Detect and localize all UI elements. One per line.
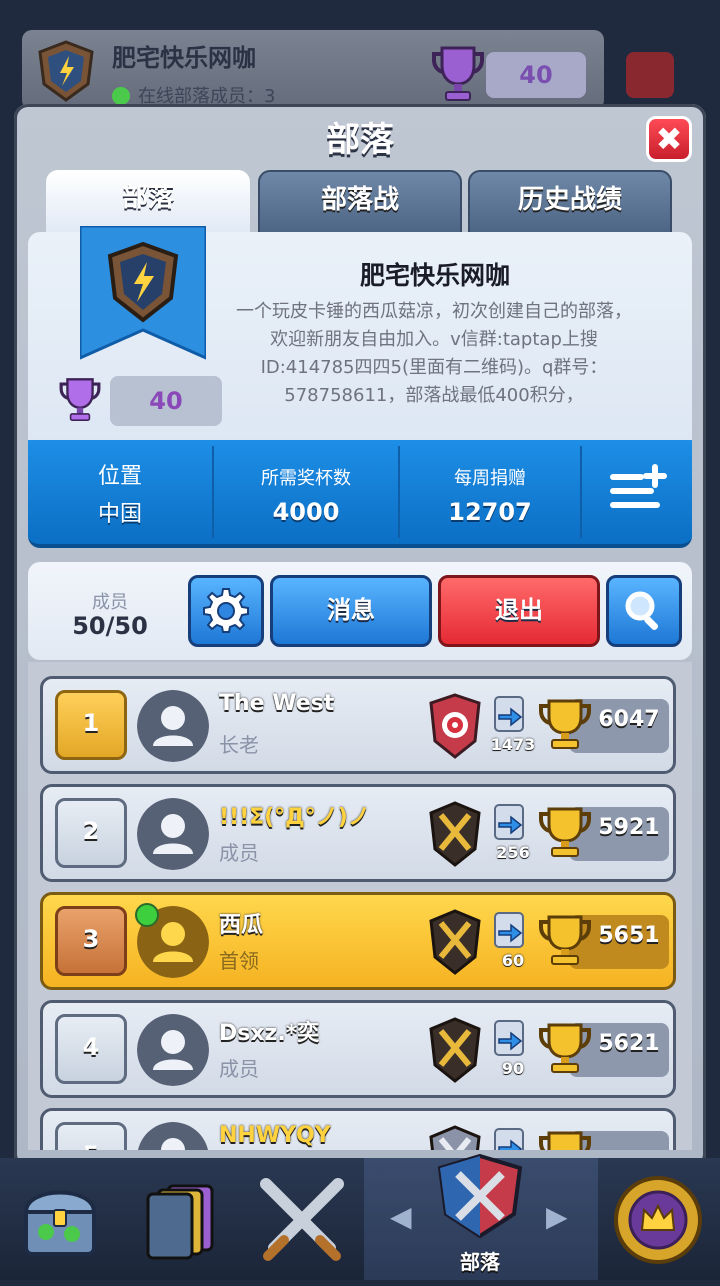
member-trophies: 5921 [598, 815, 660, 840]
donation-card-icon [494, 696, 524, 732]
member-name: NHWYQY [219, 1123, 331, 1148]
member-rank: 1 [55, 690, 127, 760]
arena-target-icon [429, 693, 481, 759]
member-donations: 1473 [490, 735, 536, 754]
donation-card-icon [494, 1128, 524, 1150]
members-count: 50/50 [72, 612, 148, 640]
treasure-chest-icon [23, 1190, 97, 1256]
trophy-icon [539, 1023, 591, 1073]
stat-location-label: 位置 [97, 464, 142, 489]
arena-swords-icon [429, 1017, 481, 1083]
settings-button[interactable] [188, 575, 264, 647]
arena-swords-icon [429, 1125, 481, 1150]
member-name: Dsxz.*奕 [219, 1021, 320, 1046]
tab-war-history[interactable]: 历史战绩 [468, 170, 672, 236]
stat-location: 位置 中国 [28, 440, 212, 544]
clan-description: 一个玩皮卡锤的西瓜菇凉，初次创建自己的部落，欢迎新朋友自由加入。v信群:tapt… [236, 301, 632, 406]
background-clan-name: 肥宅快乐网咖 [112, 44, 256, 72]
members-label: 成员 [92, 592, 128, 613]
clan-shield-icon [38, 40, 94, 102]
clan-crest-icon [437, 1153, 523, 1239]
member-name: The West [219, 691, 335, 716]
member-rank: 2 [55, 798, 127, 868]
stat-donations-label: 每周捐赠 [454, 468, 526, 489]
list-add-icon[interactable] [606, 462, 670, 518]
gear-icon [203, 588, 249, 633]
stat-donations-value: 12707 [448, 498, 532, 526]
donation-card-icon [494, 912, 524, 948]
member-role: 成员 [219, 1057, 259, 1081]
stat-required-label: 所需奖杯数 [261, 468, 351, 489]
nav-tournament[interactable] [598, 1158, 720, 1280]
trophy-icon [539, 915, 591, 965]
member-row[interactable]: 1 The West 长老 1473 6047 [40, 676, 676, 774]
member-donations: 60 [501, 951, 525, 970]
member-row-self[interactable]: 3 西瓜 首领 60 5651 [40, 892, 676, 990]
tournament-crown-icon [614, 1176, 702, 1264]
member-rank: 5 [55, 1122, 127, 1150]
nav-next-icon[interactable]: ▶ [546, 1200, 568, 1233]
trophy-icon [539, 1131, 591, 1150]
search-icon [625, 591, 659, 631]
nav-prev-icon[interactable]: ◀ [390, 1200, 412, 1233]
arena-swords-icon [429, 801, 481, 867]
member-rank: 3 [55, 906, 127, 976]
member-trophies: 5651 [598, 923, 660, 948]
nav-cards[interactable] [120, 1158, 240, 1280]
close-icon: ✖ [655, 120, 683, 158]
member-role: 长老 [219, 733, 259, 757]
member-row[interactable]: 5 NHWYQY [40, 1108, 676, 1150]
arena-swords-icon [429, 909, 481, 975]
avatar-icon [137, 798, 209, 870]
cards-icon [146, 1184, 214, 1260]
nav-clan-label: 部落 [460, 1250, 500, 1274]
trophy-icon [539, 807, 591, 857]
online-status-icon [135, 903, 159, 927]
member-donations: 90 [501, 1059, 525, 1078]
member-row[interactable]: 4 Dsxz.*奕 成员 90 5621 [40, 1000, 676, 1098]
donation-card-icon [494, 1020, 524, 1056]
background-trophy-count: 40 [486, 52, 586, 98]
stat-required-trophies: 所需奖杯数 4000 [214, 440, 398, 544]
avatar-icon [137, 690, 209, 762]
dialog-title: 部落 [326, 120, 394, 160]
nav-shop[interactable] [0, 1158, 120, 1280]
purple-trophy-icon [59, 378, 101, 421]
member-role: 成员 [219, 841, 259, 865]
member-name: !!!Σ(°Д°ノ)ノ [219, 805, 370, 830]
member-trophies: 5621 [598, 1031, 660, 1056]
donation-card-icon [494, 804, 524, 840]
avatar-icon [137, 1122, 209, 1150]
clan-name: 肥宅快乐网咖 [359, 261, 510, 290]
crossed-swords-icon [260, 1178, 344, 1261]
purple-trophy-icon [432, 46, 484, 101]
stat-weekly-donations: 每周捐赠 12707 [400, 440, 580, 544]
trophy-icon [539, 699, 591, 749]
nav-battle[interactable] [240, 1158, 364, 1280]
stat-required-value: 4000 [272, 498, 340, 526]
clan-banner-icon [80, 226, 206, 360]
clan-trophy-score: 40 [110, 376, 222, 426]
close-button[interactable]: ✖ [646, 116, 692, 162]
member-trophies: 6047 [598, 707, 660, 732]
member-role: 首领 [219, 949, 259, 973]
member-list[interactable]: 1 The West 长老 1473 6047 2 !!!Σ(°Д°ノ)ノ 成员… [28, 662, 692, 1150]
stat-divider [580, 446, 582, 538]
avatar-icon [137, 1014, 209, 1086]
leave-button[interactable]: 退出 [438, 575, 600, 647]
search-button[interactable] [606, 575, 682, 647]
background-close-button[interactable] [626, 52, 674, 98]
member-donations: 256 [496, 843, 530, 862]
stat-location-value: 中国 [97, 502, 142, 527]
online-dot-icon [112, 87, 130, 105]
member-row[interactable]: 2 !!!Σ(°Д°ノ)ノ 成员 256 5921 [40, 784, 676, 882]
member-rank: 4 [55, 1014, 127, 1084]
messages-button[interactable]: 消息 [270, 575, 432, 647]
member-name: 西瓜 [219, 913, 264, 938]
tab-clan-war[interactable]: 部落战 [258, 170, 462, 236]
